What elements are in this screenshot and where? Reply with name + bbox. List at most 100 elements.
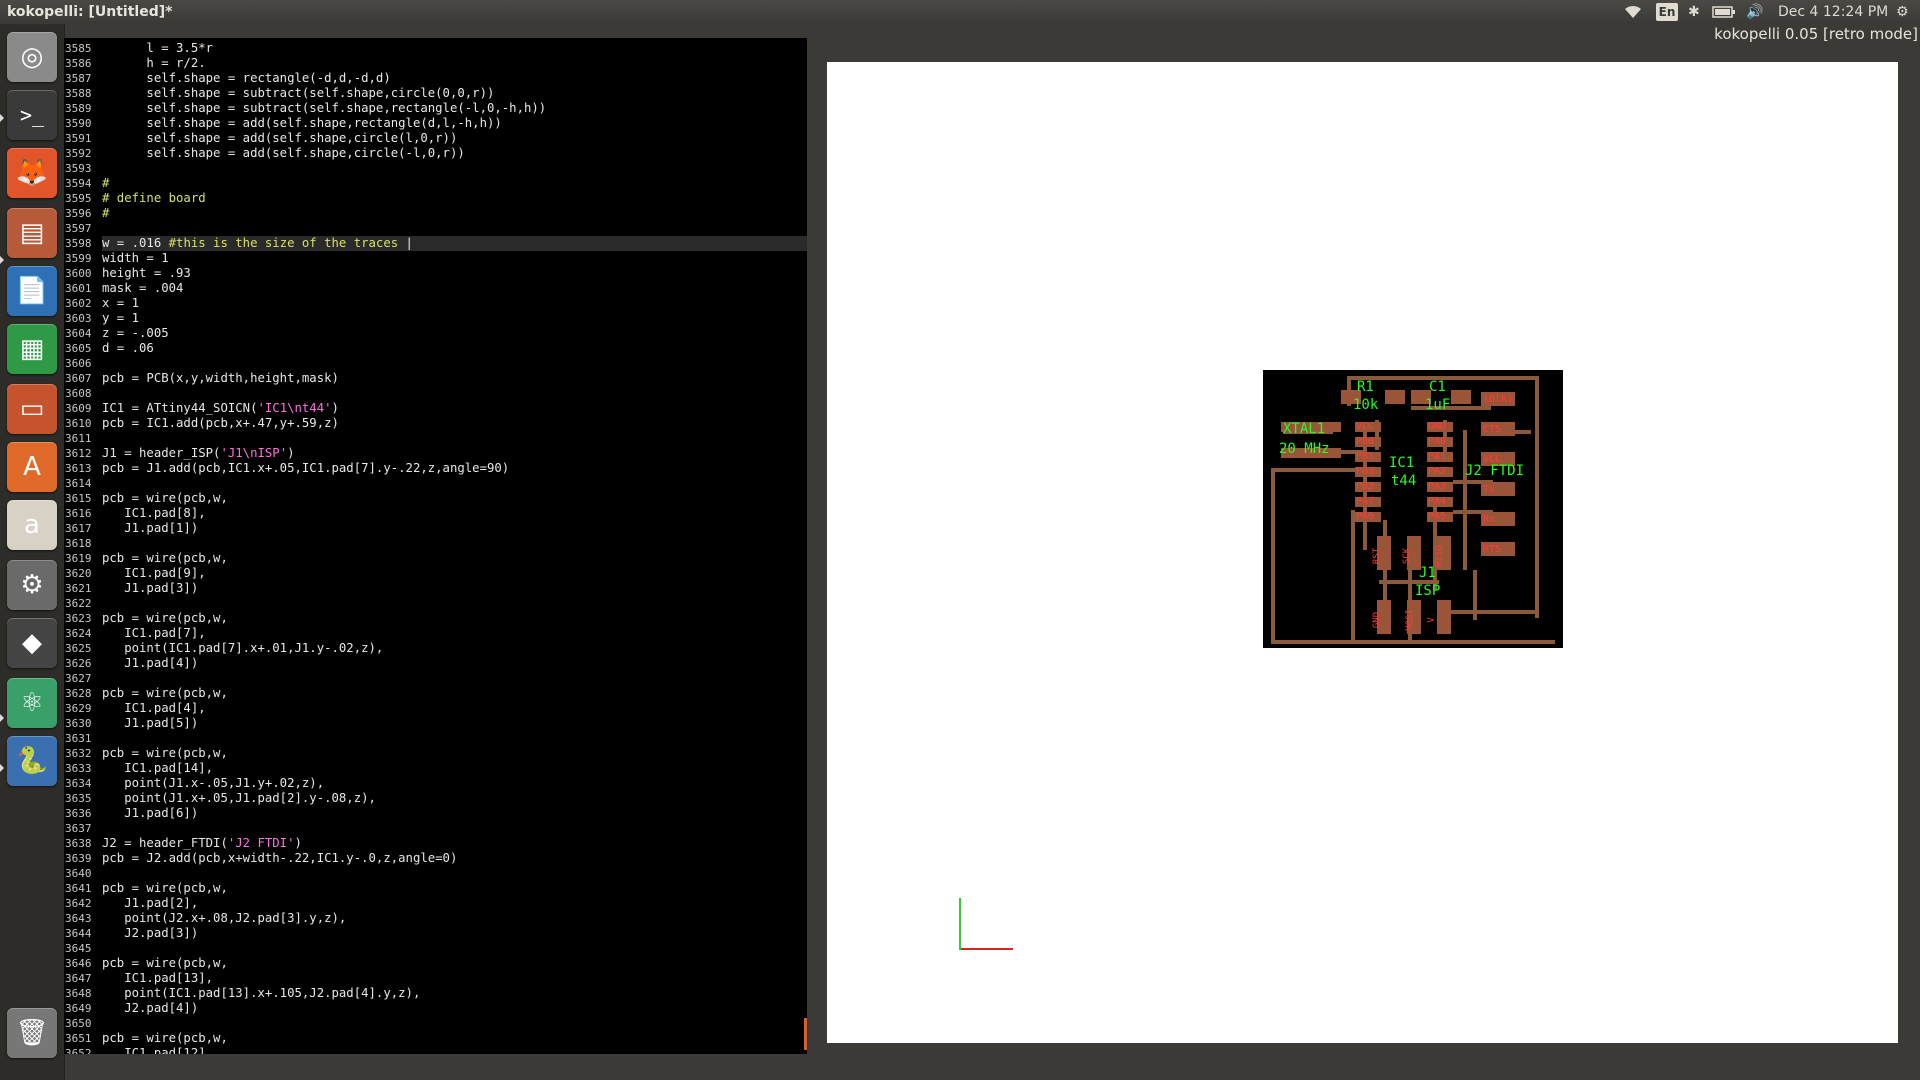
code-editor[interactable]: 3585 3586 3587 3588 3589 3590 3591 3592 3593 3594… bbox=[64, 38, 807, 1054]
code-line[interactable]: J2.pad[4]) bbox=[102, 1001, 198, 1016]
code-line[interactable]: IC1.pad[9], bbox=[102, 566, 205, 581]
line-number: 3637 bbox=[65, 822, 92, 835]
code-line[interactable]: IC1.pad[4], bbox=[102, 701, 205, 716]
terminal-icon[interactable]: >_ bbox=[7, 90, 57, 140]
code-line[interactable]: self.shape = add(self.shape,circle(l,0,r… bbox=[102, 131, 457, 146]
code-token: 'J1\nISP' bbox=[220, 446, 288, 460]
code-line[interactable]: l = 3.5*r bbox=[102, 41, 213, 56]
launcher-running-indicator bbox=[0, 764, 4, 772]
code-line[interactable]: z = -.005 bbox=[102, 326, 169, 341]
code-line[interactable]: w = .016 #this is the size of the traces… bbox=[102, 236, 807, 251]
impress-icon[interactable]: ▭ bbox=[7, 384, 57, 434]
code-line[interactable]: self.shape = subtract(self.shape,circle(… bbox=[102, 86, 494, 101]
code-line[interactable]: self.shape = subtract(self.shape,rectang… bbox=[102, 101, 546, 116]
calc-icon[interactable]: ▦ bbox=[7, 324, 57, 374]
code-line[interactable]: pcb = wire(pcb,w, bbox=[102, 551, 228, 566]
code-line[interactable]: IC1.pad[12] bbox=[102, 1046, 205, 1054]
settings-gear-icon[interactable]: ⚙ bbox=[1896, 0, 1909, 24]
code-line[interactable]: h = r/2. bbox=[102, 56, 205, 71]
code-line[interactable]: pcb = wire(pcb,w, bbox=[102, 1031, 228, 1046]
code-line[interactable]: pcb = J2.add(pcb,x+width-.22,IC1.y-.0,z,… bbox=[102, 851, 457, 866]
files-icon[interactable]: ▤ bbox=[7, 208, 57, 258]
code-line[interactable]: pcb = wire(pcb,w, bbox=[102, 956, 228, 971]
code-token: w = .016 bbox=[102, 236, 169, 250]
inkscape-icon[interactable]: ◆ bbox=[7, 618, 57, 668]
code-line[interactable]: point(J1.x-.05,J1.y+.02,z), bbox=[102, 776, 324, 791]
code-line[interactable]: x = 1 bbox=[102, 296, 139, 311]
code-line[interactable]: y = 1 bbox=[102, 311, 139, 326]
ic1-pin-label: GND bbox=[1428, 421, 1447, 432]
code-line[interactable]: IC1.pad[8], bbox=[102, 506, 205, 521]
code-line[interactable]: pcb = wire(pcb,w, bbox=[102, 746, 228, 761]
code-line[interactable]: self.shape = add(self.shape,rectangle(d,… bbox=[102, 116, 501, 131]
code-line[interactable]: point(J1.x+.05,J1.pad[2].y-.08,z), bbox=[102, 791, 376, 806]
code-line[interactable]: pcb = wire(pcb,w, bbox=[102, 611, 228, 626]
line-number: 3624 bbox=[65, 627, 92, 640]
pcb-viewer[interactable]: VCC PB0 PB1 PB3 PB2 PA7 PA6 GND PA0 PA1 PA2 PA3 PA4 P… bbox=[827, 62, 1898, 1043]
top-panel: kokopelli: [Untitled]* En ✱ 🔊 Dec 4 12:2… bbox=[0, 0, 1920, 24]
code-line[interactable]: pcb = IC1.add(pcb,x+.47,y+.59,z) bbox=[102, 416, 339, 431]
code-line[interactable]: pcb = wire(pcb,w, bbox=[102, 881, 228, 896]
ubuntu-dash-icon[interactable]: ◎ bbox=[7, 32, 57, 82]
code-line[interactable]: self.shape = add(self.shape,circle(-l,0,… bbox=[102, 146, 464, 161]
software-center-icon[interactable]: A bbox=[7, 442, 57, 492]
pcb-trace bbox=[1535, 376, 1539, 618]
pcb-label-j1_value: ISP bbox=[1415, 583, 1441, 599]
line-number: 3634 bbox=[65, 777, 92, 790]
code-line[interactable]: J1.pad[6]) bbox=[102, 806, 198, 821]
code-line[interactable]: self.shape = rectangle(-d,d,-d,d) bbox=[102, 71, 390, 86]
code-line[interactable]: IC1.pad[13], bbox=[102, 971, 213, 986]
code-line[interactable]: point(IC1.pad[13].x+.105,J2.pad[4].y,z), bbox=[102, 986, 420, 1001]
wifi-icon[interactable] bbox=[1624, 0, 1642, 27]
code-line[interactable]: # define board bbox=[102, 191, 206, 206]
code-token: point(J2.x+.08,J2.pad[3].y,z), bbox=[102, 911, 347, 925]
language-indicator[interactable]: En bbox=[1656, 3, 1678, 21]
battery-icon[interactable] bbox=[1712, 0, 1736, 27]
line-number: 3603 bbox=[65, 312, 92, 325]
scrollbar-marker[interactable] bbox=[804, 1018, 807, 1050]
line-number: 3640 bbox=[65, 867, 92, 880]
python-icon[interactable]: 🐍 bbox=[7, 736, 57, 786]
code-line[interactable]: point(J2.x+.08,J2.pad[3].y,z), bbox=[102, 911, 346, 926]
code-token: ) bbox=[331, 401, 339, 415]
writer-icon[interactable]: 📄 bbox=[7, 266, 57, 316]
firefox-icon[interactable]: 🦊 bbox=[7, 148, 57, 198]
code-line[interactable]: # bbox=[102, 176, 109, 191]
amazon-icon[interactable]: a bbox=[7, 500, 57, 550]
code-line[interactable]: pcb = PCB(x,y,width,height,mask) bbox=[102, 371, 339, 386]
code-line[interactable]: pcb = wire(pcb,w, bbox=[102, 686, 228, 701]
code-line[interactable]: J1 = header_ISP('J1\nISP') bbox=[102, 446, 295, 461]
code-line[interactable]: J2.pad[3]) bbox=[102, 926, 198, 941]
pcb-trace bbox=[1463, 430, 1467, 570]
code-token: point(J1.x+.05,J1.pad[2].y-.08,z), bbox=[102, 791, 376, 805]
code-line[interactable]: width = 1 bbox=[102, 251, 169, 266]
code-line[interactable]: J1.pad[3]) bbox=[102, 581, 198, 596]
code-line[interactable]: J2 = header_FTDI('J2 FTDI') bbox=[102, 836, 302, 851]
code-token: J1.pad[5]) bbox=[102, 716, 199, 730]
code-token: J2.pad[3]) bbox=[102, 926, 199, 940]
line-number: 3590 bbox=[65, 117, 92, 130]
pcb-trace bbox=[1271, 468, 1275, 644]
atom-icon[interactable]: ⚛ bbox=[7, 678, 57, 728]
code-line[interactable]: J1.pad[1]) bbox=[102, 521, 198, 536]
volume-icon[interactable]: 🔊 bbox=[1746, 0, 1763, 24]
code-line[interactable]: # bbox=[102, 206, 109, 221]
code-line[interactable]: point(IC1.pad[7].x+.01,J1.y-.02,z), bbox=[102, 641, 383, 656]
bluetooth-icon[interactable]: ✱ bbox=[1688, 0, 1700, 24]
code-line[interactable]: J1.pad[2], bbox=[102, 896, 198, 911]
code-line[interactable]: IC1.pad[7], bbox=[102, 626, 205, 641]
isp-pin-label: V bbox=[1426, 617, 1437, 623]
code-line[interactable]: pcb = J1.add(pcb,IC1.x+.05,IC1.pad[7].y-… bbox=[102, 461, 509, 476]
launcher-running-indicator bbox=[0, 114, 4, 122]
trash-icon[interactable]: 🗑 bbox=[7, 1008, 57, 1058]
system-settings-icon[interactable]: ⚙ bbox=[7, 560, 57, 610]
code-line[interactable]: J1.pad[4]) bbox=[102, 656, 198, 671]
code-line[interactable]: IC1.pad[14], bbox=[102, 761, 213, 776]
code-line[interactable]: mask = .004 bbox=[102, 281, 183, 296]
clock[interactable]: Dec 4 12:24 PM bbox=[1778, 0, 1888, 24]
code-line[interactable]: pcb = wire(pcb,w, bbox=[102, 491, 228, 506]
code-line[interactable]: d = .06 bbox=[102, 341, 154, 356]
code-line[interactable]: J1.pad[5]) bbox=[102, 716, 198, 731]
code-line[interactable]: height = .93 bbox=[102, 266, 191, 281]
code-line[interactable]: IC1 = ATtiny44_SOICN('IC1\nt44') bbox=[102, 401, 339, 416]
